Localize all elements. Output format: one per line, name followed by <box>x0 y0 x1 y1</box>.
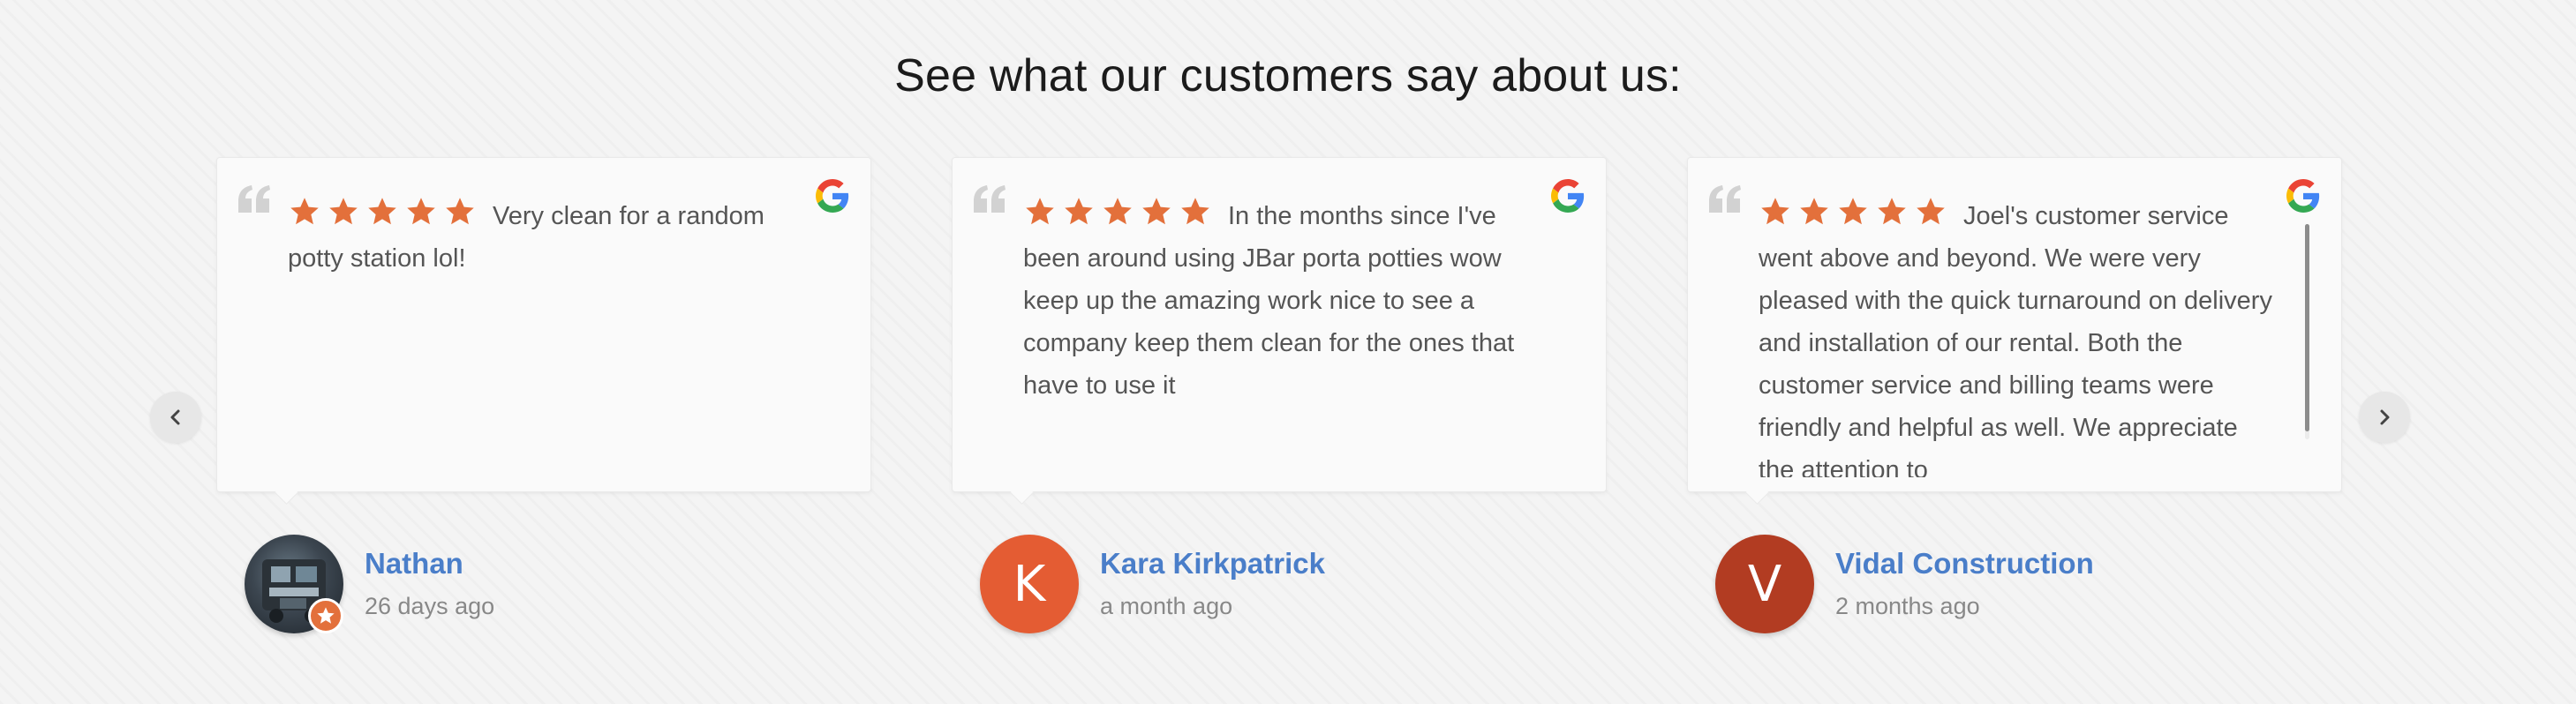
author-name-link[interactable]: Kara Kirkpatrick <box>1100 547 1325 580</box>
avatar[interactable]: K <box>980 535 1079 633</box>
star-rating <box>1023 196 1212 228</box>
review-author: V Vidal Construction 2 months ago <box>1715 535 2333 640</box>
review-source-badge <box>308 598 343 633</box>
review-card: Joel's customer service went above and b… <box>1687 157 2344 651</box>
review-bubble: In the months since I've been around usi… <box>952 157 1607 492</box>
star-icon <box>1800 198 1828 225</box>
star-icon <box>329 198 358 225</box>
review-text: Joel's customer service went above and b… <box>1759 202 2272 477</box>
star-icon <box>1103 198 1132 225</box>
review-bubble: Joel's customer service went above and b… <box>1687 157 2342 492</box>
star-icon <box>1878 198 1906 225</box>
star-icon <box>407 198 435 225</box>
google-icon[interactable] <box>2286 179 2320 213</box>
quote-icon <box>1709 185 1741 213</box>
review-scrollbar[interactable] <box>2305 224 2309 439</box>
review-text-container[interactable]: Joel's customer service went above and b… <box>1759 195 2279 477</box>
star-icon <box>1142 198 1171 225</box>
chevron-left-icon <box>170 409 180 425</box>
star-rating <box>1759 196 1947 228</box>
section-title: See what our customers say about us: <box>894 50 1682 101</box>
review-time: 26 days ago <box>365 593 495 619</box>
author-name-link[interactable]: Nathan <box>365 547 463 580</box>
star-icon <box>368 198 396 225</box>
quote-icon <box>974 185 1006 213</box>
author-name-link[interactable]: Vidal Construction <box>1835 547 2094 580</box>
review-text-container: In the months since I've been around usi… <box>1023 195 1544 477</box>
star-icon <box>446 198 474 225</box>
star-icon <box>1026 198 1054 225</box>
star-icon <box>317 607 335 624</box>
star-rating <box>288 196 477 228</box>
chevron-right-icon <box>2380 409 2390 425</box>
quote-icon <box>238 185 270 213</box>
review-author: K Kara Kirkpatrick a month ago <box>980 535 1598 640</box>
review-card: In the months since I've been around usi… <box>952 157 1608 651</box>
review-time: 2 months ago <box>1835 593 1980 619</box>
review-author: Nathan 26 days ago <box>245 535 862 640</box>
review-text: In the months since I've been around usi… <box>1023 202 1515 400</box>
star-icon <box>1917 198 1945 225</box>
review-bubble: Very clean for a random potty station lo… <box>216 157 871 492</box>
google-icon[interactable] <box>816 179 849 213</box>
star-icon <box>1181 198 1209 225</box>
star-icon <box>1761 198 1789 225</box>
star-icon <box>1839 198 1867 225</box>
star-icon <box>290 198 319 225</box>
review-card: Very clean for a random potty station lo… <box>216 157 873 651</box>
star-icon <box>1065 198 1093 225</box>
scrollbar-thumb[interactable] <box>2305 224 2309 431</box>
review-text-container: Very clean for a random potty station lo… <box>288 195 809 477</box>
carousel-prev-button[interactable] <box>150 392 201 443</box>
review-time: a month ago <box>1100 593 1233 619</box>
avatar[interactable]: V <box>1715 535 1814 633</box>
google-icon[interactable] <box>1551 179 1585 213</box>
carousel-next-button[interactable] <box>2359 392 2410 443</box>
